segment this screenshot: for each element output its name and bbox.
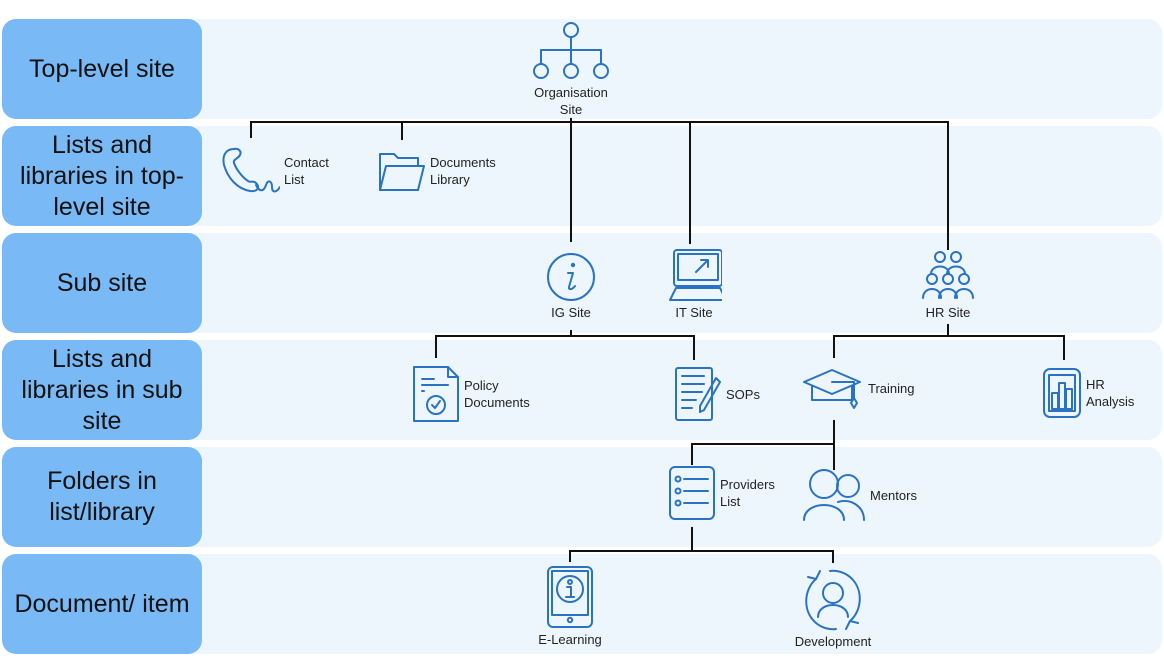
person-cycle-icon: [805, 569, 861, 631]
graduation-cap-icon: [803, 369, 861, 409]
node-hr-analysis[interactable]: HR Analysis: [1042, 367, 1146, 419]
bar-chart-icon: [1043, 368, 1081, 418]
folder-icon: [379, 153, 425, 191]
node-training[interactable]: Training: [802, 366, 914, 410]
phone-icon: [222, 147, 280, 193]
list-icon: [669, 466, 715, 520]
level-label-folders: Folders in list/library: [2, 447, 202, 547]
node-label: Documents Library: [430, 155, 496, 187]
node-label: HR Analysis: [1086, 377, 1135, 409]
node-providers-list[interactable]: Providers List: [668, 465, 786, 521]
tablet-info-icon: [547, 566, 593, 628]
level-label-lists-top: Lists and libraries in top-level site: [2, 126, 202, 226]
node-hr-site[interactable]: HR Site: [913, 250, 983, 321]
level-label-top: Top-level site: [2, 19, 202, 119]
node-policy-documents[interactable]: Policy Documents: [412, 365, 548, 423]
node-label: Contact List: [284, 155, 329, 187]
node-label: E-Learning: [538, 632, 602, 647]
laptop-icon: [669, 249, 722, 301]
people-group-icon: [922, 251, 974, 299]
node-label: Development: [794, 634, 872, 649]
document-check-icon: [413, 366, 459, 422]
node-sops[interactable]: SOPs: [674, 366, 760, 422]
node-it-site[interactable]: IT Site: [659, 248, 729, 321]
level-label-sub: Sub site: [2, 233, 202, 333]
node-label: HR Site: [925, 305, 971, 320]
node-mentors[interactable]: Mentors: [802, 468, 917, 522]
node-label: Policy Documents: [464, 378, 530, 410]
node-label: IG Site: [551, 305, 591, 320]
two-people-icon: [803, 469, 865, 521]
node-organisation-site[interactable]: Organisation Site: [520, 20, 622, 118]
node-label: SOPs: [726, 386, 760, 402]
node-contact-list[interactable]: Contact List: [220, 145, 344, 197]
level-label-lists-sub: Lists and libraries in sub site: [2, 340, 202, 440]
org-chart-icon: [533, 22, 609, 79]
node-development[interactable]: Development: [783, 569, 883, 650]
node-label: Mentors: [870, 487, 917, 503]
info-icon: [547, 253, 595, 301]
node-label: Providers List: [720, 477, 775, 509]
node-e-learning[interactable]: E-Learning: [526, 565, 614, 648]
level-label-docs: Document/ item: [2, 554, 202, 654]
node-label: Organisation Site: [534, 85, 608, 117]
node-label: IT Site: [675, 305, 713, 320]
document-pen-icon: [675, 367, 721, 421]
node-ig-site[interactable]: IG Site: [536, 252, 606, 321]
node-documents-library[interactable]: Documents Library: [378, 150, 514, 192]
node-label: Training: [868, 380, 915, 396]
